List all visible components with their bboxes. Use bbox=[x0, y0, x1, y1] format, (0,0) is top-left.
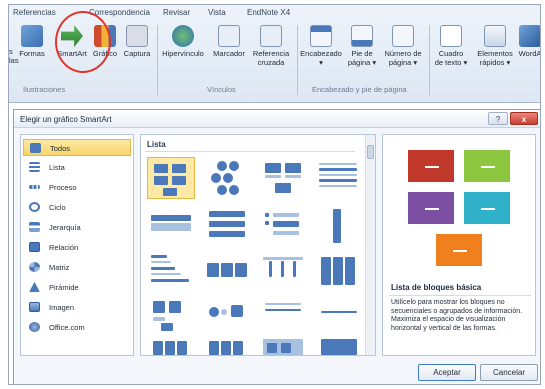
list-icon bbox=[29, 162, 40, 172]
layout-square-list[interactable] bbox=[315, 337, 363, 355]
page-number-button[interactable]: Número de página ▾ bbox=[381, 25, 425, 67]
picture-icon bbox=[29, 302, 40, 312]
group-separator bbox=[297, 25, 298, 95]
shapes-icon bbox=[21, 25, 43, 47]
category-piramide[interactable]: Pirámide bbox=[23, 279, 131, 296]
quick-parts-icon bbox=[484, 25, 506, 47]
scroll-thumb[interactable] bbox=[367, 145, 374, 159]
category-relacion[interactable]: Relación bbox=[23, 239, 131, 256]
all-icon bbox=[30, 143, 41, 153]
hyperlink-icon bbox=[172, 25, 194, 47]
preview-block bbox=[435, 233, 483, 267]
annotation-circle bbox=[55, 11, 111, 73]
footer-button[interactable]: Pie de página ▾ bbox=[345, 25, 379, 67]
layout-picture-list[interactable] bbox=[147, 293, 195, 335]
layout-grid-list[interactable] bbox=[203, 337, 251, 355]
layout-gallery: Lista bbox=[140, 134, 376, 356]
category-matriz[interactable]: Matriz bbox=[23, 259, 131, 276]
group-separator bbox=[429, 25, 430, 95]
ribbon: Referencias Correspondencia Revisar Vist… bbox=[9, 5, 540, 103]
word-window: Referencias Correspondencia Revisar Vist… bbox=[8, 4, 541, 385]
page-number-icon bbox=[392, 25, 414, 47]
group-label-vinculos: Vínculos bbox=[207, 85, 236, 94]
group-label-encabezado: Encabezado y pie de página bbox=[312, 85, 407, 94]
layout-lined-list[interactable] bbox=[259, 205, 307, 247]
smartart-dialog: Elegir un gráfico SmartArt ? x Todos Lis… bbox=[13, 109, 540, 384]
cancel-button[interactable]: Cancelar bbox=[480, 364, 538, 381]
textbox-icon bbox=[440, 25, 462, 47]
layout-dot-list[interactable] bbox=[259, 293, 307, 335]
preview-panel: Lista de bloques básica Utilícelo para m… bbox=[382, 134, 536, 356]
layout-vertical-bullet-list[interactable] bbox=[315, 205, 363, 247]
wordart-icon bbox=[519, 25, 540, 47]
category-office-com[interactable]: Office.com bbox=[23, 319, 131, 336]
tab-referencias[interactable]: Referencias bbox=[13, 8, 56, 17]
tab-revisar[interactable]: Revisar bbox=[163, 8, 190, 17]
process-icon bbox=[29, 185, 40, 189]
preview-block bbox=[463, 149, 511, 183]
layout-horizontal-bullet-list[interactable] bbox=[147, 249, 195, 291]
hyperlink-button[interactable]: Hipervínculo bbox=[159, 25, 207, 58]
layout-bullet-list[interactable] bbox=[315, 157, 363, 199]
tab-vista[interactable]: Vista bbox=[208, 8, 226, 17]
category-imagen[interactable]: Imagen bbox=[23, 299, 131, 316]
layout-arrow-list[interactable] bbox=[315, 293, 363, 335]
screenshot-icon bbox=[126, 25, 148, 47]
header-icon bbox=[310, 25, 332, 47]
office-com-icon bbox=[29, 322, 40, 332]
cycle-icon bbox=[29, 202, 40, 212]
layout-vertical-box-list[interactable] bbox=[203, 205, 251, 247]
relationship-icon bbox=[29, 242, 40, 252]
layout-picture-caption[interactable] bbox=[259, 157, 307, 199]
textbox-button[interactable]: Cuadro de texto ▾ bbox=[431, 25, 471, 67]
layout-basic-block-list[interactable] bbox=[147, 157, 195, 199]
layout-table-list[interactable] bbox=[259, 337, 307, 355]
screenshot-button[interactable]: Captura bbox=[121, 25, 153, 58]
category-todos[interactable]: Todos bbox=[23, 139, 131, 156]
layout-stacked-list[interactable] bbox=[147, 205, 195, 247]
layout-hexagon-list[interactable] bbox=[203, 157, 251, 199]
cross-reference-icon bbox=[260, 25, 282, 47]
dialog-titlebar: Elegir un gráfico SmartArt ? x bbox=[14, 110, 540, 128]
gallery-scrollbar[interactable] bbox=[365, 135, 375, 355]
group-label-ilustraciones: Ilustraciones bbox=[23, 85, 66, 94]
footer-icon bbox=[351, 25, 373, 47]
help-button[interactable]: ? bbox=[488, 112, 508, 125]
preview-block bbox=[407, 149, 455, 183]
preview-description: Utilícelo para mostrar los bloques no se… bbox=[391, 299, 523, 332]
ok-button[interactable]: Aceptar bbox=[418, 364, 476, 381]
hierarchy-icon bbox=[29, 222, 40, 232]
quick-parts-button[interactable]: Elementos rápidos ▾ bbox=[473, 25, 517, 67]
group-separator bbox=[157, 25, 158, 95]
preview-title: Lista de bloques básica bbox=[391, 283, 482, 292]
category-list: Todos Lista Proceso Ciclo Jerarquía Rela… bbox=[20, 134, 134, 356]
matrix-icon bbox=[29, 262, 40, 272]
category-proceso[interactable]: Proceso bbox=[23, 179, 131, 196]
layout-trapezoid-list[interactable] bbox=[259, 249, 307, 291]
truncated-label: s bbox=[9, 47, 13, 56]
pyramid-icon bbox=[29, 282, 40, 292]
close-button[interactable]: x bbox=[510, 112, 538, 125]
preview-block bbox=[463, 191, 511, 225]
layout-tab-list[interactable] bbox=[147, 337, 195, 355]
wordart-button[interactable]: WordA bbox=[515, 25, 540, 58]
gallery-divider bbox=[145, 151, 355, 152]
preview-block bbox=[407, 191, 455, 225]
layout-circle-list[interactable] bbox=[203, 293, 251, 335]
tab-endnote[interactable]: EndNote X4 bbox=[247, 8, 290, 17]
category-jerarquia[interactable]: Jerarquía bbox=[23, 219, 131, 236]
layout-target-list[interactable] bbox=[203, 249, 251, 291]
bookmark-icon bbox=[218, 25, 240, 47]
shapes-button[interactable]: Formas bbox=[17, 25, 47, 58]
bookmark-button[interactable]: Marcador bbox=[209, 25, 249, 58]
category-lista[interactable]: Lista bbox=[23, 159, 131, 176]
cross-reference-button[interactable]: Referencia cruzada bbox=[249, 25, 293, 67]
category-ciclo[interactable]: Ciclo bbox=[23, 199, 131, 216]
dialog-title: Elegir un gráfico SmartArt bbox=[20, 115, 112, 124]
header-button[interactable]: Encabezado ▾ bbox=[299, 25, 343, 67]
gallery-header: Lista bbox=[147, 140, 166, 149]
layout-column-list[interactable] bbox=[315, 249, 363, 291]
preview-divider bbox=[389, 295, 531, 296]
